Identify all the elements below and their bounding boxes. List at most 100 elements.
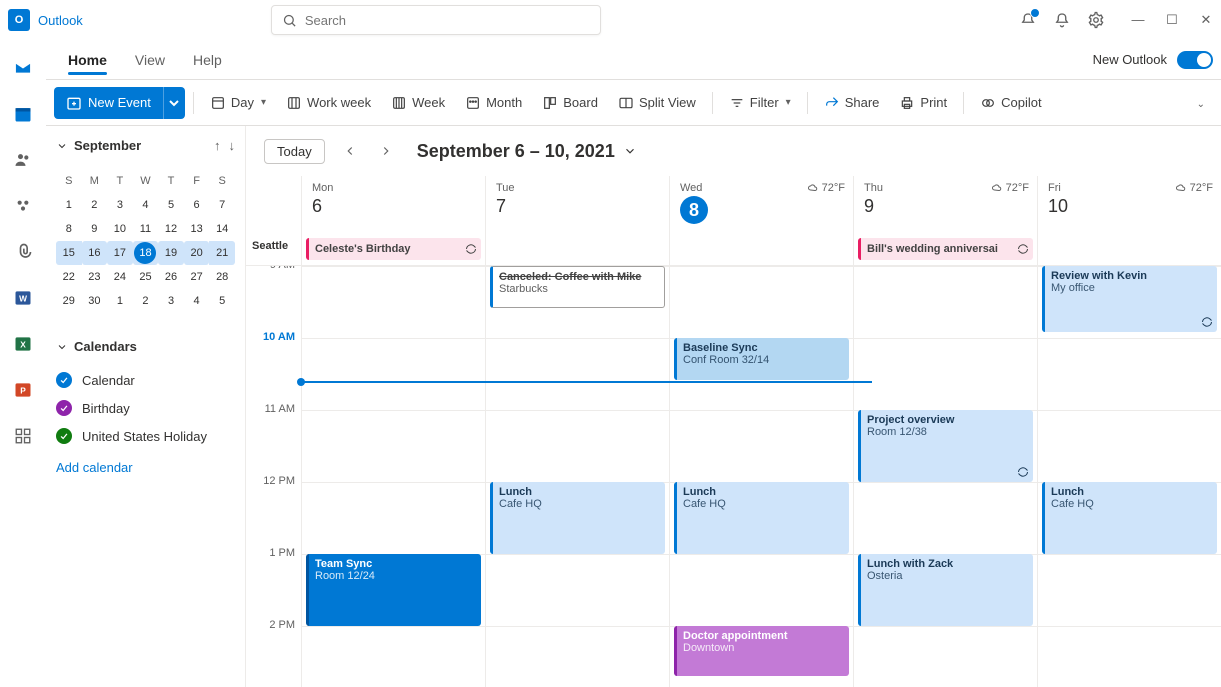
- mini-cal-day[interactable]: 23: [82, 265, 108, 289]
- view-workweek-button[interactable]: Work week: [278, 87, 379, 119]
- calendar-color-dot[interactable]: [56, 428, 72, 444]
- tab-help[interactable]: Help: [179, 40, 236, 79]
- mini-cal-day[interactable]: 26: [158, 265, 184, 289]
- mini-cal-day[interactable]: 4: [184, 289, 210, 313]
- weather-badge[interactable]: 72°F: [1175, 182, 1213, 194]
- allday-cell[interactable]: [1037, 236, 1221, 265]
- mini-cal-header[interactable]: September ↑ ↓: [56, 138, 235, 153]
- calendar-list-item[interactable]: United States Holiday: [56, 422, 235, 450]
- mini-cal-day[interactable]: 11: [133, 217, 159, 241]
- mini-cal-day[interactable]: 5: [209, 289, 235, 313]
- day-column-wed[interactable]: Baseline SyncConf Room 32/14LunchCafe HQ…: [669, 266, 853, 687]
- settings-icon[interactable]: [1087, 11, 1105, 29]
- mini-cal-day[interactable]: 1: [107, 289, 133, 313]
- today-button[interactable]: Today: [264, 139, 325, 164]
- calendar-color-dot[interactable]: [56, 372, 72, 388]
- view-month-button[interactable]: Month: [457, 87, 530, 119]
- rail-more-apps-icon[interactable]: [13, 426, 33, 446]
- calendar-color-dot[interactable]: [56, 400, 72, 416]
- close-button[interactable]: ✕: [1199, 12, 1213, 28]
- filter-button[interactable]: Filter▾: [721, 87, 799, 119]
- mini-cal-day[interactable]: 12: [158, 217, 184, 241]
- mini-cal-day[interactable]: 9: [82, 217, 108, 241]
- mini-cal-day[interactable]: 10: [107, 217, 133, 241]
- notifications-icon[interactable]: [1019, 11, 1037, 29]
- day-column-fri[interactable]: Review with KevinMy officeLunchCafe HQ: [1037, 266, 1221, 687]
- mini-cal-day[interactable]: 2: [133, 289, 159, 313]
- toolbar-overflow[interactable]: ⌄: [1187, 95, 1213, 110]
- allday-cell[interactable]: Bill's wedding anniversai: [853, 236, 1037, 265]
- day-column-tue[interactable]: Canceled: Coffee with MikeStarbucksLunch…: [485, 266, 669, 687]
- calendar-list-item[interactable]: Birthday: [56, 394, 235, 422]
- mini-cal-day[interactable]: 25: [133, 265, 159, 289]
- mini-cal-day[interactable]: 30: [82, 289, 108, 313]
- split-view-button[interactable]: Split View: [610, 87, 704, 119]
- day-header[interactable]: Fri1072°F: [1037, 176, 1221, 236]
- next-week-button[interactable]: [375, 140, 397, 162]
- calendar-event[interactable]: Baseline SyncConf Room 32/14: [674, 338, 849, 380]
- mini-cal-day[interactable]: 7: [209, 193, 235, 217]
- day-column-mon[interactable]: Team SyncRoom 12/24: [301, 266, 485, 687]
- print-button[interactable]: Print: [891, 87, 955, 119]
- new-outlook-toggle[interactable]: [1177, 51, 1213, 69]
- search-input[interactable]: [305, 13, 590, 28]
- weather-badge[interactable]: 72°F: [991, 182, 1029, 194]
- share-button[interactable]: Share: [816, 87, 888, 119]
- add-calendar-link[interactable]: Add calendar: [56, 450, 235, 485]
- copilot-button[interactable]: Copilot: [972, 87, 1049, 119]
- calendar-event[interactable]: Project overviewRoom 12/38: [858, 410, 1033, 482]
- day-header[interactable]: Mon6: [301, 176, 485, 236]
- rail-mail-icon[interactable]: [13, 58, 33, 78]
- prev-week-button[interactable]: [339, 140, 361, 162]
- rail-word-icon[interactable]: W: [13, 288, 33, 308]
- mini-cal-day[interactable]: 27: [184, 265, 210, 289]
- calendar-event[interactable]: Doctor appointmentDowntown: [674, 626, 849, 676]
- allday-cell[interactable]: [669, 236, 853, 265]
- mini-cal-day[interactable]: 2: [82, 193, 108, 217]
- mini-cal-day[interactable]: 18: [133, 241, 159, 265]
- rail-powerpoint-icon[interactable]: P: [13, 380, 33, 400]
- weather-badge[interactable]: 72°F: [807, 182, 845, 194]
- mini-cal-day[interactable]: 4: [133, 193, 159, 217]
- day-header[interactable]: Tue7: [485, 176, 669, 236]
- mini-cal-next[interactable]: ↓: [229, 138, 236, 153]
- calendar-event[interactable]: Lunch with ZackOsteria: [858, 554, 1033, 626]
- mini-cal-day[interactable]: 1: [56, 193, 82, 217]
- rail-files-icon[interactable]: [13, 242, 33, 262]
- day-column-thu[interactable]: Project overviewRoom 12/38 Lunch with Zac…: [853, 266, 1037, 687]
- mini-cal-day[interactable]: 20: [184, 241, 210, 265]
- bell-icon[interactable]: [1053, 11, 1071, 29]
- mini-cal-day[interactable]: 15: [56, 241, 82, 265]
- calendar-event[interactable]: LunchCafe HQ: [490, 482, 665, 554]
- minimize-button[interactable]: —: [1131, 12, 1145, 28]
- search-box[interactable]: [271, 5, 601, 35]
- mini-cal-day[interactable]: 24: [107, 265, 133, 289]
- rail-people-icon[interactable]: [13, 150, 33, 170]
- mini-cal-day[interactable]: 28: [209, 265, 235, 289]
- calendars-section-header[interactable]: Calendars: [56, 339, 235, 354]
- allday-event[interactable]: Celeste's Birthday: [306, 238, 481, 260]
- mini-cal-day[interactable]: 5: [158, 193, 184, 217]
- rail-groups-icon[interactable]: [13, 196, 33, 216]
- mini-cal-day[interactable]: 17: [107, 241, 133, 265]
- mini-cal-day[interactable]: 21: [209, 241, 235, 265]
- mini-cal-day[interactable]: 3: [158, 289, 184, 313]
- view-week-button[interactable]: Week: [383, 87, 453, 119]
- allday-cell[interactable]: Celeste's Birthday: [301, 236, 485, 265]
- calendar-event[interactable]: Team SyncRoom 12/24: [306, 554, 481, 626]
- calendar-event[interactable]: LunchCafe HQ: [1042, 482, 1217, 554]
- rail-calendar-icon[interactable]: [13, 104, 33, 124]
- tab-home[interactable]: Home: [54, 40, 121, 79]
- day-header[interactable]: Thu972°F: [853, 176, 1037, 236]
- allday-event[interactable]: Bill's wedding anniversai: [858, 238, 1033, 260]
- allday-cell[interactable]: [485, 236, 669, 265]
- view-day-button[interactable]: Day▾: [202, 87, 274, 119]
- mini-cal-day[interactable]: 29: [56, 289, 82, 313]
- new-event-split[interactable]: [163, 87, 185, 119]
- mini-cal-day[interactable]: 22: [56, 265, 82, 289]
- mini-cal-day[interactable]: 14: [209, 217, 235, 241]
- rail-excel-icon[interactable]: X: [13, 334, 33, 354]
- maximize-button[interactable]: ☐: [1165, 12, 1179, 28]
- date-range-picker[interactable]: September 6 – 10, 2021: [417, 141, 637, 162]
- view-board-button[interactable]: Board: [534, 87, 606, 119]
